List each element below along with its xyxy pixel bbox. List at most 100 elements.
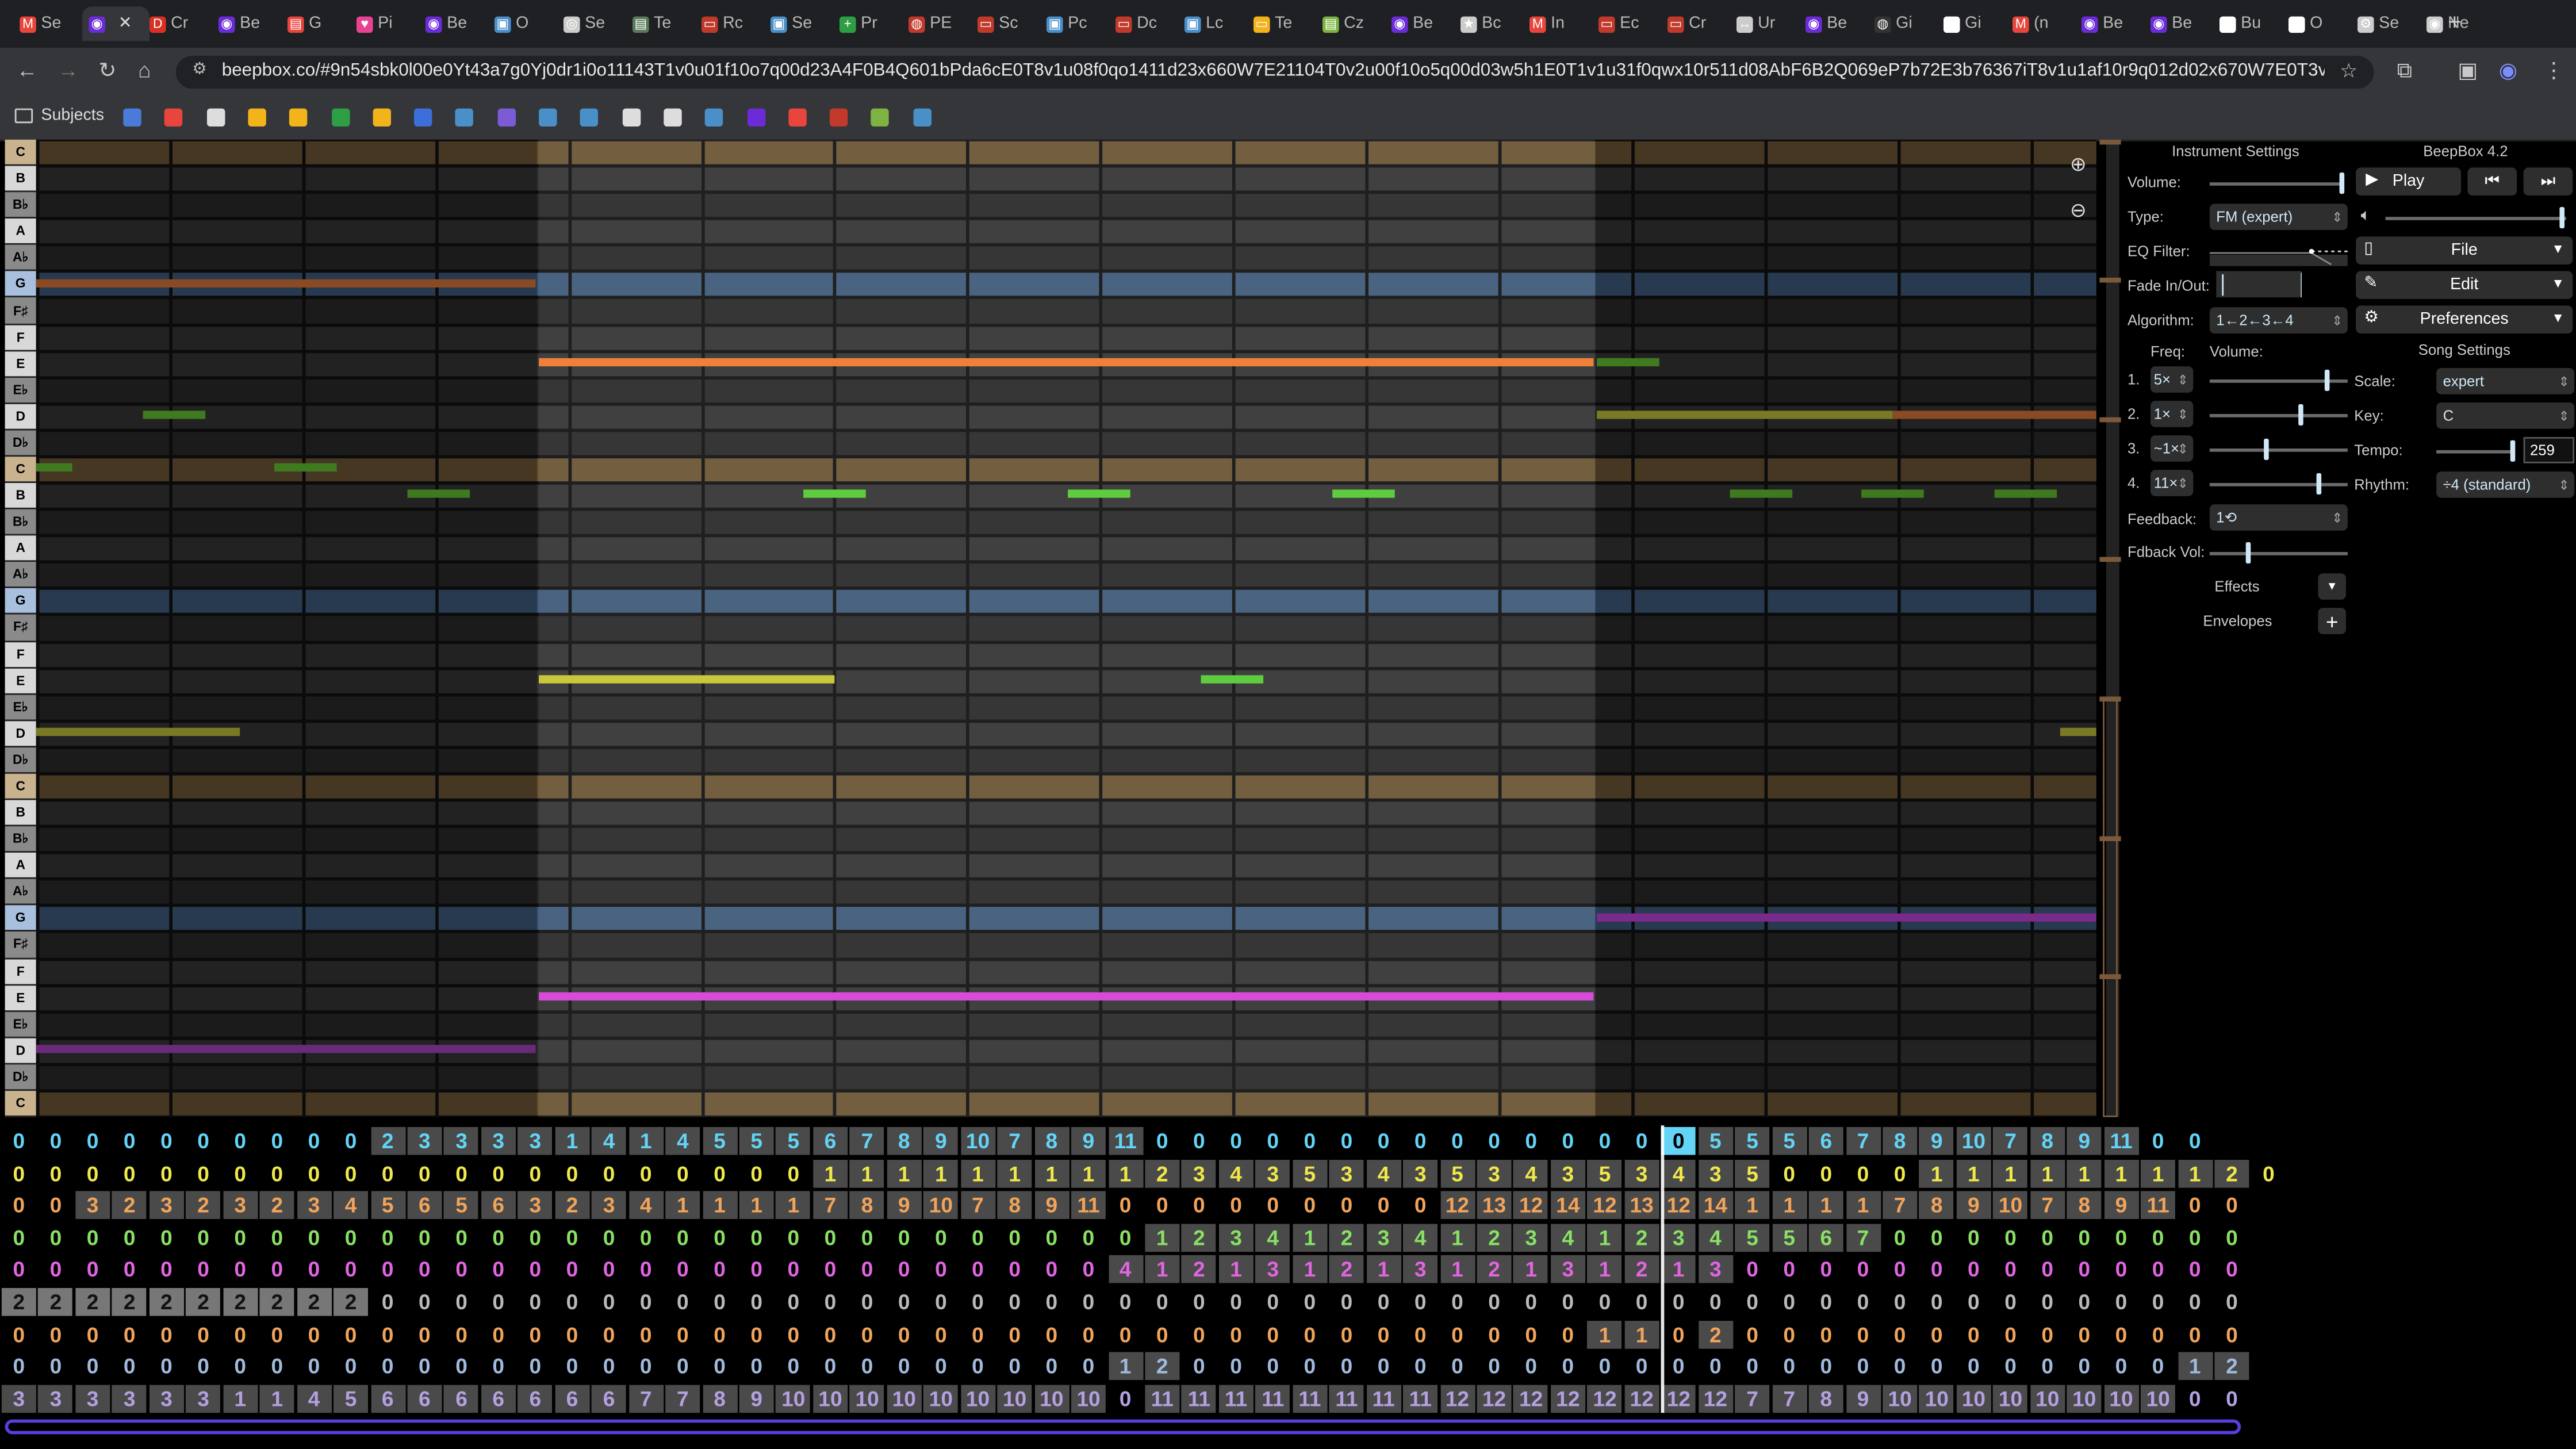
pattern-cell[interactable]: 0 bbox=[2178, 1256, 2212, 1284]
browser-tab[interactable]: ◍ Gi bbox=[1868, 6, 1943, 41]
pattern-cell[interactable]: 0 bbox=[223, 1256, 258, 1284]
pattern-cell[interactable]: 0 bbox=[1293, 1191, 1327, 1220]
sidepanel-icon[interactable]: ▣ bbox=[2458, 57, 2478, 84]
pattern-cell[interactable]: 0 bbox=[961, 1320, 995, 1348]
note[interactable] bbox=[36, 279, 536, 288]
pattern-cell[interactable]: 0 bbox=[334, 1127, 368, 1155]
piano-key[interactable]: D bbox=[5, 1038, 36, 1064]
pattern-cell[interactable]: 8 bbox=[2067, 1191, 2102, 1220]
pattern-cell[interactable]: 1 bbox=[2030, 1159, 2065, 1187]
pattern-cell[interactable]: 0 bbox=[1108, 1320, 1143, 1348]
pattern-cell[interactable]: 0 bbox=[75, 1159, 110, 1187]
pattern-cell[interactable]: 0 bbox=[1809, 1256, 1843, 1284]
pattern-cell[interactable]: 0 bbox=[1145, 1288, 1179, 1316]
pattern-cell[interactable]: 0 bbox=[1329, 1288, 1364, 1316]
pattern-cell[interactable]: 0 bbox=[444, 1256, 479, 1284]
browser-tab[interactable]: ▤ Te bbox=[626, 6, 702, 41]
pattern-cell[interactable]: 2 bbox=[259, 1191, 294, 1220]
pattern-cell[interactable]: 12 bbox=[1477, 1384, 1512, 1413]
pattern-cell[interactable]: 10 bbox=[887, 1384, 922, 1413]
back-icon[interactable]: ← bbox=[17, 57, 38, 82]
pattern-cell[interactable]: 3 bbox=[75, 1191, 110, 1220]
pattern-cell[interactable]: 0 bbox=[1846, 1352, 1880, 1381]
pattern-cell[interactable]: 0 bbox=[1883, 1288, 1917, 1316]
pattern-cell[interactable]: 0 bbox=[1256, 1288, 1290, 1316]
piano-key[interactable]: A♭ bbox=[5, 879, 36, 906]
note[interactable] bbox=[36, 1045, 536, 1053]
pattern-cell[interactable]: 1 bbox=[223, 1384, 258, 1413]
pattern-cell[interactable]: 6 bbox=[481, 1191, 516, 1220]
pattern-cell[interactable]: 0 bbox=[1256, 1191, 1290, 1220]
pattern-cell[interactable]: 0 bbox=[1735, 1256, 1770, 1284]
browser-tab[interactable]: ▣ Se bbox=[764, 6, 839, 41]
pattern-cell[interactable]: 0 bbox=[703, 1224, 737, 1252]
pattern-cell[interactable]: 0 bbox=[1145, 1191, 1179, 1220]
pattern-cell[interactable]: 11 bbox=[1403, 1384, 1438, 1413]
bookmark-icon[interactable] bbox=[746, 108, 765, 126]
pattern-cell[interactable]: 0 bbox=[407, 1224, 442, 1252]
browser-tab[interactable]: ♥ Pi bbox=[350, 6, 425, 41]
pattern-cell[interactable]: 0 bbox=[1034, 1288, 1069, 1316]
pattern-cell[interactable]: 0 bbox=[1661, 1288, 1696, 1316]
pattern-cell[interactable]: 5 bbox=[1440, 1159, 1475, 1187]
pattern-cell[interactable]: 1 bbox=[1145, 1255, 1180, 1284]
pattern-cell[interactable]: 0 bbox=[1071, 1352, 1106, 1381]
browser-tab[interactable]: ◉ Be bbox=[1799, 6, 1874, 41]
octave-scrollbar[interactable] bbox=[2099, 139, 2121, 1117]
pattern-cell[interactable]: 0 bbox=[998, 1352, 1032, 1381]
pattern-cell[interactable]: 0 bbox=[39, 1256, 73, 1284]
pattern-cell[interactable]: 3 bbox=[1698, 1255, 1733, 1284]
piano-key[interactable]: D♭ bbox=[5, 747, 36, 774]
pattern-cell[interactable]: 2 bbox=[1698, 1320, 1733, 1348]
pattern-cell[interactable]: 0 bbox=[518, 1224, 553, 1252]
pattern-cell[interactable]: 0 bbox=[703, 1288, 737, 1316]
pattern-cell[interactable]: 2 bbox=[223, 1288, 258, 1316]
pattern-cell[interactable]: 1 bbox=[850, 1159, 885, 1187]
pattern-cell[interactable]: 8 bbox=[1919, 1191, 1954, 1220]
track-horizontal-scrollbar[interactable] bbox=[5, 1419, 2241, 1435]
pattern-cell[interactable]: 0 bbox=[1477, 1352, 1512, 1381]
file-menu-button[interactable]: ▯ File ▼ bbox=[2356, 236, 2573, 264]
piano-key[interactable]: E bbox=[5, 985, 36, 1012]
pattern-cell[interactable]: 0 bbox=[407, 1320, 442, 1348]
pattern-cell[interactable]: 9 bbox=[2067, 1127, 2102, 1155]
preferences-menu-button[interactable]: ⚙ Preferences ▼ bbox=[2356, 305, 2573, 334]
piano-key[interactable]: B bbox=[5, 483, 36, 510]
pattern-cell[interactable]: 0 bbox=[1514, 1352, 1548, 1381]
pattern-cell[interactable]: 5 bbox=[1772, 1127, 1807, 1155]
pattern-cell[interactable]: 0 bbox=[112, 1352, 147, 1381]
pattern-cell[interactable]: 3 bbox=[1698, 1159, 1733, 1187]
pattern-cell[interactable]: 0 bbox=[481, 1288, 516, 1316]
pattern-cell[interactable]: 10 bbox=[2067, 1384, 2102, 1413]
eq-filter-preview[interactable] bbox=[2209, 240, 2348, 266]
pattern-cell[interactable]: 0 bbox=[39, 1191, 73, 1220]
pattern-cell[interactable]: 0 bbox=[1661, 1127, 1696, 1155]
pattern-cell[interactable]: 0 bbox=[776, 1352, 811, 1381]
pattern-cell[interactable]: 0 bbox=[1956, 1256, 1991, 1284]
pattern-cell[interactable]: 0 bbox=[961, 1256, 995, 1284]
pattern-cell[interactable]: 0 bbox=[297, 1352, 331, 1381]
bookmark-icon[interactable] bbox=[871, 108, 890, 126]
pattern-cell[interactable]: 6 bbox=[481, 1384, 516, 1413]
pattern-cell[interactable]: 0 bbox=[2214, 1288, 2249, 1316]
pattern-cell[interactable]: 1 bbox=[1808, 1191, 1843, 1220]
bookmark-icon[interactable] bbox=[622, 108, 641, 126]
pattern-cell[interactable]: 0 bbox=[1846, 1256, 1880, 1284]
pattern-cell[interactable]: 3 bbox=[38, 1384, 73, 1413]
operator-frequency-select[interactable]: 11× bbox=[2150, 470, 2194, 496]
pattern-cell[interactable]: 7 bbox=[850, 1127, 885, 1155]
note[interactable] bbox=[1730, 489, 1793, 498]
pattern-cell[interactable]: 7 bbox=[1883, 1191, 1918, 1220]
pattern-cell[interactable]: 0 bbox=[2, 1224, 36, 1252]
pattern-cell[interactable]: 6 bbox=[407, 1384, 442, 1413]
bookmark-icon[interactable] bbox=[497, 108, 516, 126]
pattern-cell[interactable]: 7 bbox=[1846, 1127, 1880, 1155]
pattern-cell[interactable]: 0 bbox=[665, 1320, 700, 1348]
instrument-volume-slider[interactable] bbox=[2209, 182, 2345, 186]
pattern-cell[interactable]: 0 bbox=[2030, 1352, 2065, 1381]
pattern-cell[interactable]: 10 bbox=[1919, 1384, 1954, 1413]
pattern-cell[interactable]: 3 bbox=[149, 1191, 184, 1220]
pattern-cell[interactable]: 0 bbox=[1182, 1320, 1216, 1348]
pattern-cell[interactable]: 0 bbox=[628, 1320, 663, 1348]
pattern-cell[interactable]: 1 bbox=[1587, 1223, 1622, 1252]
